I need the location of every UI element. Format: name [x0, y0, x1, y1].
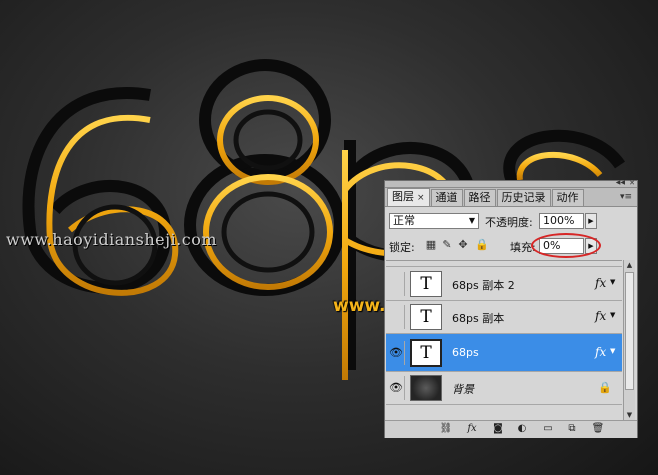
tab-close-icon[interactable]: ×: [417, 193, 425, 203]
watermark-url: www.haoyidiansheji.com: [6, 230, 218, 249]
link-layers-icon[interactable]: ⛓: [439, 423, 453, 435]
chevron-down-icon: ▼: [468, 216, 475, 225]
expand-effects-icon[interactable]: ▼: [610, 311, 615, 319]
layer-row-background[interactable]: 👁 背景 🔒: [386, 372, 622, 405]
layer-name[interactable]: 背景: [452, 381, 474, 397]
layer-row[interactable]: T 68ps 副本 fx ▼: [386, 301, 622, 334]
blend-mode-value: 正常: [393, 214, 415, 227]
new-group-icon[interactable]: ▭: [541, 423, 555, 435]
layers-list: T 68ps 副本 2 fx ▼ T 68ps 副本 fx ▼ 👁 T 68ps…: [386, 260, 622, 421]
tab-label: 通道: [435, 191, 458, 204]
lock-transparent-icon[interactable]: ▦: [425, 239, 437, 251]
lock-icon: 🔒: [598, 381, 612, 394]
opacity-slider-button[interactable]: ▶: [585, 213, 597, 229]
text-layer-thumbnail: T: [410, 271, 442, 297]
tab-channels[interactable]: 通道: [430, 189, 463, 206]
tab-actions[interactable]: 动作: [551, 189, 584, 206]
opacity-label: 不透明度:: [485, 216, 533, 229]
fx-icon[interactable]: fx: [595, 345, 606, 359]
expand-effects-icon[interactable]: ▼: [610, 347, 615, 355]
layers-scrollbar[interactable]: ▲ ▼: [623, 260, 635, 420]
panel-title-bar[interactable]: ◀◀ ✕: [385, 180, 637, 188]
fx-icon[interactable]: fx: [595, 276, 606, 290]
panel-menu-icon[interactable]: ▾≡: [619, 191, 633, 203]
layer-row[interactable]: T 68ps 副本 2 fx ▼: [386, 268, 622, 301]
lock-fill-row: 锁定: ▦ ✎ ✥ 🔒 填充: 0% ▶: [389, 233, 629, 258]
layer-name[interactable]: 68ps 副本 2: [452, 277, 515, 293]
lock-image-icon[interactable]: ✎: [441, 239, 453, 251]
layers-footer-toolbar: ⛓ fx ◙ ◐ ▭ ⧉ 🗑: [385, 420, 637, 438]
add-style-icon[interactable]: fx: [465, 423, 479, 435]
lock-position-icon[interactable]: ✥: [457, 239, 469, 251]
text-layer-thumbnail: T: [410, 339, 442, 367]
adjustment-layer-icon[interactable]: ◐: [515, 423, 529, 435]
panel-tabs: 图层 × 通道 路径 历史记录 动作 ▾≡: [385, 188, 637, 207]
add-mask-icon[interactable]: ◙: [491, 423, 505, 435]
layer-row-selected[interactable]: 👁 T 68ps fx ▼: [386, 334, 622, 372]
layer-name[interactable]: 68ps: [452, 346, 479, 359]
highlight-ring: [531, 233, 601, 258]
text-layer-thumbnail: T: [410, 304, 442, 330]
blend-mode-select[interactable]: 正常 ▼: [389, 213, 479, 229]
eye-icon[interactable]: 👁: [388, 341, 405, 365]
tab-label: 图层: [392, 190, 414, 203]
tab-paths[interactable]: 路径: [463, 189, 496, 206]
scroll-thumb[interactable]: [625, 272, 634, 390]
tab-label: 路径: [468, 191, 491, 204]
scroll-up-icon[interactable]: ▲: [624, 260, 635, 270]
fx-icon[interactable]: fx: [595, 309, 606, 323]
blend-opacity-row: 正常 ▼ 不透明度: 100% ▶: [389, 213, 629, 233]
new-layer-icon[interactable]: ⧉: [565, 423, 579, 435]
scroll-down-icon[interactable]: ▼: [624, 410, 635, 420]
lock-label: 锁定:: [389, 241, 415, 254]
close-panel-icon[interactable]: ✕: [629, 180, 635, 187]
delete-layer-icon[interactable]: 🗑: [591, 423, 605, 435]
background-thumbnail: [410, 375, 442, 401]
layer-row-partial[interactable]: [386, 261, 622, 267]
tab-layers[interactable]: 图层 ×: [387, 188, 430, 206]
opacity-input[interactable]: 100%: [539, 213, 584, 229]
expand-effects-icon[interactable]: ▼: [610, 278, 615, 286]
visibility-toggle[interactable]: [388, 272, 405, 296]
layers-panel: ◀◀ ✕ 图层 × 通道 路径 历史记录 动作 ▾≡ 正常 ▼ 不透明度: 100…: [384, 180, 638, 438]
tab-label: 动作: [556, 191, 579, 204]
collapse-icon[interactable]: ◀◀: [616, 180, 625, 186]
lock-all-icon[interactable]: 🔒: [475, 239, 489, 251]
tab-label: 历史记录: [501, 191, 546, 204]
layer-name[interactable]: 68ps 副本: [452, 310, 504, 326]
visibility-toggle[interactable]: [388, 305, 405, 329]
tab-history[interactable]: 历史记录: [496, 189, 551, 206]
eye-icon[interactable]: 👁: [388, 376, 405, 400]
